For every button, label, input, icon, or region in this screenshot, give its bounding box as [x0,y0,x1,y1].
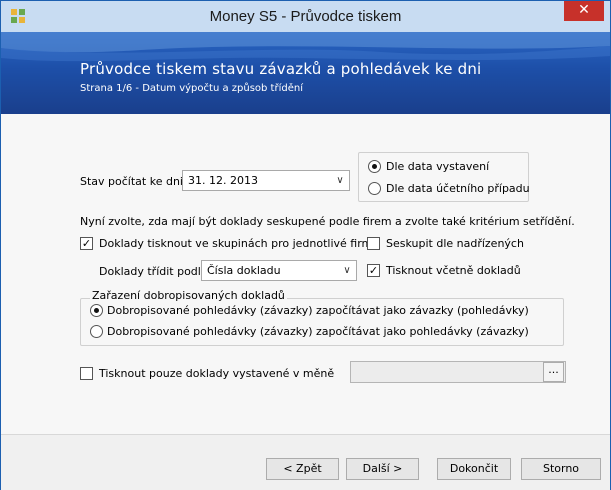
radio-issue-date-label: Dle data vystavení [386,160,490,173]
wizard-header-banner: Průvodce tiskem stavu závazků a pohledáv… [1,32,610,114]
finish-button[interactable]: Dokončit [437,458,511,480]
banner-subtitle: Strana 1/6 - Datum výpočtu a způsob tříd… [80,83,303,94]
wizard-window: Money S5 - Průvodce tiskem ✕ Průvodce ti… [0,0,611,490]
date-label: Stav počítat ke dni [80,175,183,188]
sort-label: Doklady třídit podle [99,265,208,278]
group-by-firm-label: Doklady tisknout ve skupinách pro jednot… [99,237,379,250]
cancel-button[interactable]: Storno [521,458,601,480]
date-picker[interactable]: 31. 12. 2013 ∨ [182,170,350,191]
checkbox-currency-only[interactable] [80,367,93,380]
group-by-parent-label: Seskupit dle nadřízených [386,237,524,250]
banner-title: Průvodce tiskem stavu závazků a pohledáv… [80,60,482,78]
chevron-down-icon[interactable]: ∨ [338,261,356,280]
back-button[interactable]: < Zpět [266,458,339,480]
radio-credit-option-1[interactable] [90,304,103,317]
cancel-button-label: Storno [542,462,580,475]
credit-notes-group-label: Zařazení dobropisovaných dokladů [90,289,287,302]
wizard-content: Stav počítat ke dni 31. 12. 2013 ∨ Dle d… [1,114,610,434]
close-button[interactable]: ✕ [564,1,604,21]
sort-select[interactable]: Čísla dokladu ∨ [201,260,357,281]
back-button-label: < Zpět [283,462,322,475]
date-value: 31. 12. 2013 [188,174,258,187]
chevron-down-icon[interactable]: ∨ [331,171,349,190]
credit-option-1-label: Dobropisované pohledávky (závazky) započ… [107,304,529,317]
next-button[interactable]: Další > [346,458,419,480]
currency-browse-button[interactable]: ... [543,362,564,382]
checkbox-group-by-firm[interactable]: ✓ [80,237,93,250]
instruction-text: Nyní zvolte, zda mají být doklady seskup… [80,215,575,228]
checkbox-group-by-parent[interactable] [367,237,380,250]
sort-value: Čísla dokladu [207,264,281,277]
finish-button-label: Dokončit [449,462,499,475]
credit-option-2-label: Dobropisované pohledávky (závazky) započ… [107,325,529,338]
title-bar: Money S5 - Průvodce tiskem ✕ [1,1,610,32]
currency-only-label: Tisknout pouze doklady vystavené v měně [99,367,335,380]
radio-accounting-date-label: Dle data účetního případu [386,182,530,195]
radio-issue-date[interactable] [368,160,381,173]
radio-credit-option-2[interactable] [90,325,103,338]
checkbox-print-including[interactable]: ✓ [367,264,380,277]
currency-field[interactable] [350,361,566,383]
print-including-label: Tisknout včetně dokladů [386,264,521,277]
radio-accounting-date[interactable] [368,182,381,195]
next-button-label: Další > [362,462,403,475]
wizard-footer: < Zpět Další > Dokončit Storno [1,434,610,490]
window-title: Money S5 - Průvodce tiskem [209,8,402,25]
